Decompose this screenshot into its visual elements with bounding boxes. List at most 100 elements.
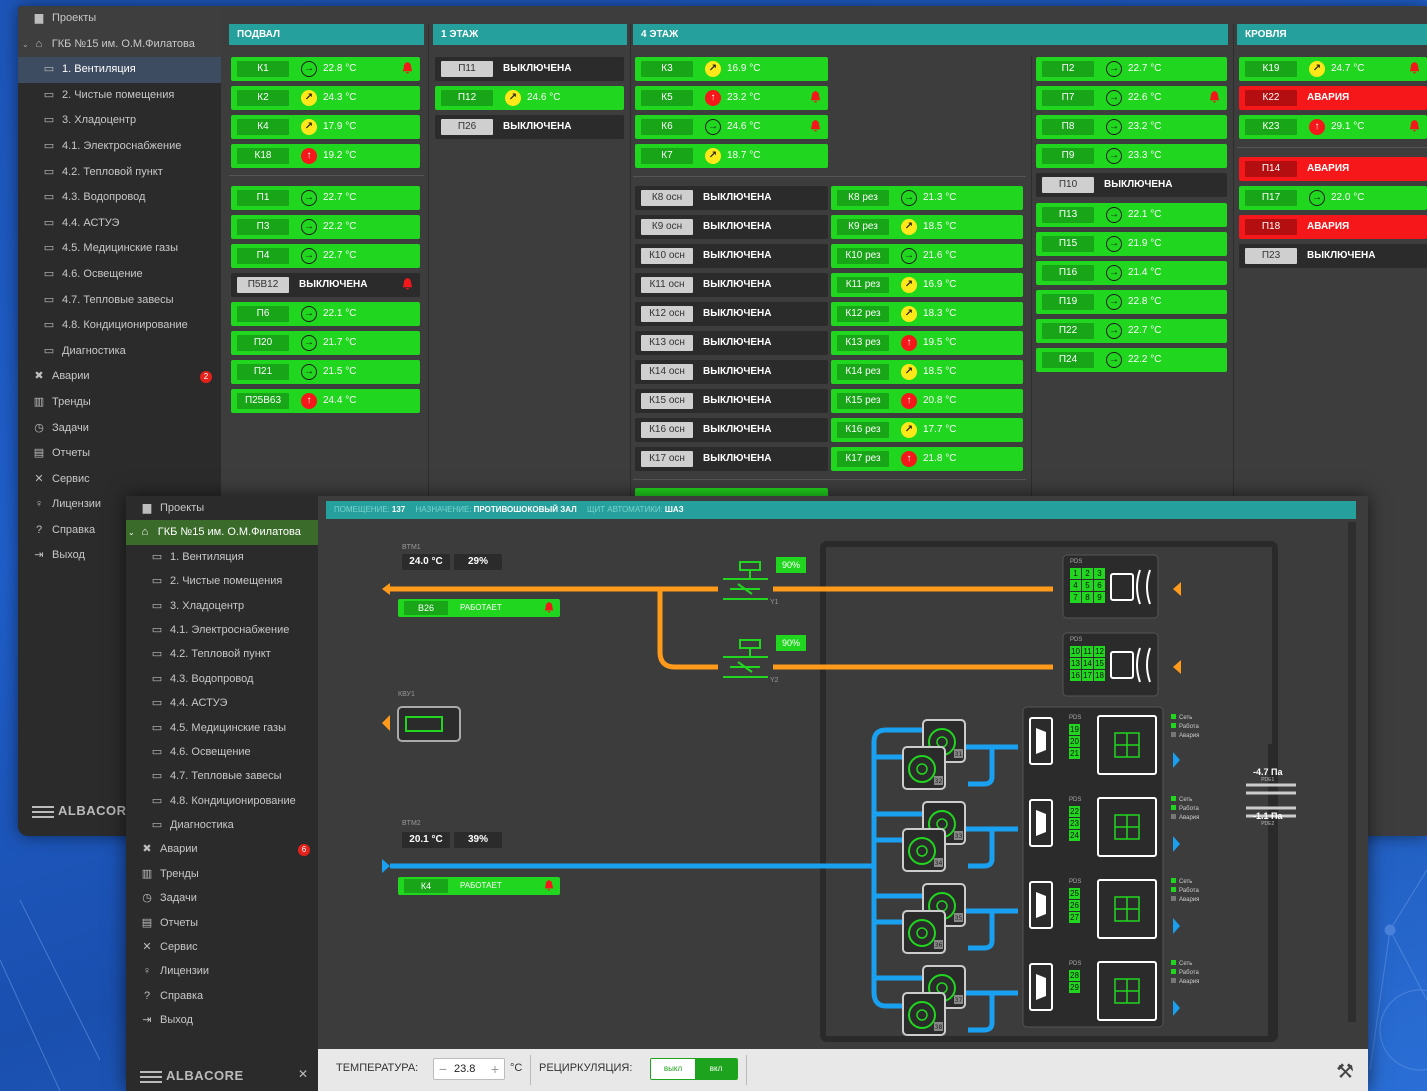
unit-tile[interactable]: К9 рез ↗ 18.5 °C [831, 215, 1023, 239]
sidebar-item-2[interactable]: ▭ 3. Хладоцентр [18, 108, 221, 134]
increase-button[interactable]: + [486, 1059, 504, 1079]
sidebar-item-licenses[interactable]: ♀ Лицензии [126, 959, 318, 983]
sidebar-item-tasks[interactable]: ◷ Задачи [18, 416, 221, 442]
unit-tile[interactable]: П3 → 22.2 °C [231, 215, 420, 239]
tools-icon[interactable]: ⚒ [1336, 1059, 1354, 1084]
sidebar-item-tasks[interactable]: ◷ Задачи [126, 886, 318, 910]
unit-tile[interactable]: П8 → 23.2 °C [1036, 115, 1227, 139]
unit-tile[interactable]: К15 осн ВЫКЛЮЧЕНА [635, 389, 828, 413]
sidebar-item-trends[interactable]: ▥ Тренды [18, 390, 221, 416]
unit-tile[interactable]: К8 рез → 21.3 °C [831, 186, 1023, 210]
unit-tile[interactable]: К13 осн ВЫКЛЮЧЕНА [635, 331, 828, 355]
sidebar-item-service[interactable]: ✕ Сервис [18, 467, 221, 493]
unit-tile[interactable]: К5 ↑ 23.2 °C [635, 86, 828, 110]
unit-tile[interactable]: К9 осн ВЫКЛЮЧЕНА [635, 215, 828, 239]
unit-tile[interactable]: П9 → 23.3 °C [1036, 144, 1227, 168]
sidebar-item-7[interactable]: ▭ 4.5. Медицинские газы [126, 716, 318, 740]
recirculation-off-option[interactable]: выкл [651, 1059, 695, 1079]
unit-tile[interactable]: П11 ВЫКЛЮЧЕНА [435, 57, 624, 81]
sidebar-item-reports[interactable]: ▤ Отчеты [126, 911, 318, 935]
unit-tile[interactable]: П20 → 21.7 °C [231, 331, 420, 355]
unit-tile[interactable]: П1 → 22.7 °C [231, 186, 420, 210]
unit-tile[interactable]: К16 осн ВЫКЛЮЧЕНА [635, 418, 828, 442]
sidebar-item-trends[interactable]: ▥ Тренды [126, 862, 318, 886]
unit-tile[interactable]: П19 → 22.8 °C [1036, 290, 1227, 314]
sidebar-item-10[interactable]: ▭ 4.8. Кондиционирование [126, 789, 318, 813]
temperature-setpoint-input[interactable]: − 23.8 + [433, 1058, 505, 1080]
unit-tile[interactable]: К16 рез ↗ 17.7 °C [831, 418, 1023, 442]
unit-tile[interactable]: П24 → 22.2 °C [1036, 348, 1227, 372]
sidebar-item-alarms[interactable]: ✖ Аварии 2 [18, 364, 221, 390]
sidebar-item-5[interactable]: ▭ 4.3. Водопровод [126, 667, 318, 691]
unit-b26-status[interactable]: В26 РАБОТАЕТ [398, 599, 560, 617]
sidebar-project-item[interactable]: ⌄ ⌂ ГКБ №15 им. О.М.Филатова [126, 520, 318, 545]
unit-tile[interactable]: К17 осн ВЫКЛЮЧЕНА [635, 447, 828, 471]
unit-tile[interactable]: П2 → 22.7 °C [1036, 57, 1227, 81]
sidebar-item-4[interactable]: ▭ 4.2. Тепловой пункт [18, 160, 221, 186]
sidebar-item-5[interactable]: ▭ 4.3. Водопровод [18, 185, 221, 211]
unit-tile[interactable]: К8 осн ВЫКЛЮЧЕНА [635, 186, 828, 210]
sidebar-item-exit[interactable]: ⇥ Выход [126, 1008, 318, 1032]
unit-tile[interactable]: П21 → 21.5 °C [231, 360, 420, 384]
sidebar-item-10[interactable]: ▭ 4.8. Кондиционирование [18, 313, 221, 339]
unit-tile[interactable]: К19 ↗ 24.7 °C [1239, 57, 1427, 81]
unit-tile[interactable]: П16 → 21.4 °C [1036, 261, 1227, 285]
unit-tile[interactable]: П18 АВАРИЯ [1239, 215, 1427, 239]
sidebar-item-1[interactable]: ▭ 2. Чистые помещения [18, 83, 221, 109]
unit-tile[interactable]: П22 → 22.7 °C [1036, 319, 1227, 343]
unit-tile[interactable]: К10 осн ВЫКЛЮЧЕНА [635, 244, 828, 268]
sidebar-item-1[interactable]: ▭ 2. Чистые помещения [126, 569, 318, 593]
unit-tile[interactable]: П4 → 22.7 °C [231, 244, 420, 268]
unit-tile[interactable]: К3 ↗ 16.9 °C [635, 57, 828, 81]
unit-tile[interactable]: К11 осн ВЫКЛЮЧЕНА [635, 273, 828, 297]
recirculation-toggle[interactable]: выкл вкл [650, 1058, 738, 1080]
unit-tile[interactable]: К7 ↗ 18.7 °C [635, 144, 828, 168]
sidebar-item-4[interactable]: ▭ 4.2. Тепловой пункт [126, 642, 318, 666]
sidebar-item-3[interactable]: ▭ 4.1. Электроснабжение [126, 618, 318, 642]
sidebar-item-0[interactable]: ▭ 1. Вентиляция [126, 545, 318, 569]
sidebar-item-0[interactable]: ▭ 1. Вентиляция [18, 57, 221, 83]
unit-tile[interactable]: К12 осн ВЫКЛЮЧЕНА [635, 302, 828, 326]
unit-tile[interactable]: П6 → 22.1 °C [231, 302, 420, 326]
unit-tile[interactable]: П17 → 22.0 °C [1239, 186, 1427, 210]
unit-tile[interactable]: П15 → 21.9 °C [1036, 232, 1227, 256]
sidebar-item-6[interactable]: ▭ 4.4. АСТУЭ [126, 691, 318, 715]
unit-tile[interactable]: К14 рез ↗ 18.5 °C [831, 360, 1023, 384]
sidebar-item-3[interactable]: ▭ 4.1. Электроснабжение [18, 134, 221, 160]
sidebar-item-8[interactable]: ▭ 4.6. Освещение [18, 262, 221, 288]
unit-tile[interactable]: К23 ↑ 29.1 °C [1239, 115, 1427, 139]
unit-tile[interactable]: К14 осн ВЫКЛЮЧЕНА [635, 360, 828, 384]
unit-tile[interactable]: К15 рез ↑ 20.8 °C [831, 389, 1023, 413]
unit-tile[interactable]: К12 рез ↗ 18.3 °C [831, 302, 1023, 326]
mute-icon[interactable]: ✕ [298, 1067, 308, 1081]
unit-tile[interactable]: П14 АВАРИЯ [1239, 157, 1427, 181]
unit-tile[interactable]: П5В12 ВЫКЛЮЧЕНА [231, 273, 420, 297]
unit-tile[interactable]: К6 → 24.6 °C [635, 115, 828, 139]
unit-tile[interactable]: П25В63 ↑ 24.4 °C [231, 389, 420, 413]
unit-tile[interactable]: П13 → 22.1 °C [1036, 203, 1227, 227]
unit-tile[interactable]: К17 рез ↑ 21.8 °C [831, 447, 1023, 471]
unit-tile[interactable]: К13 рез ↑ 19.5 °C [831, 331, 1023, 355]
unit-tile[interactable]: К4 ↗ 17.9 °C [231, 115, 420, 139]
sidebar-item-alarms[interactable]: ✖ Аварии 6 [126, 837, 318, 861]
recirculation-on-option[interactable]: вкл [695, 1059, 737, 1079]
sidebar-item-service[interactable]: ✕ Сервис [126, 935, 318, 959]
unit-k4-status[interactable]: К4 РАБОТАЕТ [398, 877, 560, 895]
unit-tile[interactable]: К22 АВАРИЯ [1239, 86, 1427, 110]
sidebar-item-reports[interactable]: ▤ Отчеты [18, 441, 221, 467]
sidebar-item-8[interactable]: ▭ 4.6. Освещение [126, 740, 318, 764]
unit-tile[interactable]: К11 рез ↗ 16.9 °C [831, 273, 1023, 297]
sidebar-projects[interactable]: ▆ Проекты [18, 6, 221, 32]
sidebar-item-6[interactable]: ▭ 4.4. АСТУЭ [18, 211, 221, 237]
unit-tile[interactable]: П23 ВЫКЛЮЧЕНА [1239, 244, 1427, 268]
vertical-scrollbar[interactable] [1348, 522, 1356, 1022]
sidebar-item-9[interactable]: ▭ 4.7. Тепловые завесы [18, 288, 221, 314]
sidebar-item-7[interactable]: ▭ 4.5. Медицинские газы [18, 236, 221, 262]
decrease-button[interactable]: − [434, 1059, 452, 1079]
unit-tile[interactable]: П26 ВЫКЛЮЧЕНА [435, 115, 624, 139]
sidebar-item-help[interactable]: ? Справка [126, 984, 318, 1008]
unit-tile[interactable]: П12 ↗ 24.6 °C [435, 86, 624, 110]
sidebar-item-9[interactable]: ▭ 4.7. Тепловые завесы [126, 764, 318, 788]
unit-tile[interactable]: П10 ВЫКЛЮЧЕНА [1036, 173, 1227, 197]
sidebar-project-item[interactable]: ⌄ ⌂ ГКБ №15 им. О.М.Филатова [18, 31, 221, 58]
